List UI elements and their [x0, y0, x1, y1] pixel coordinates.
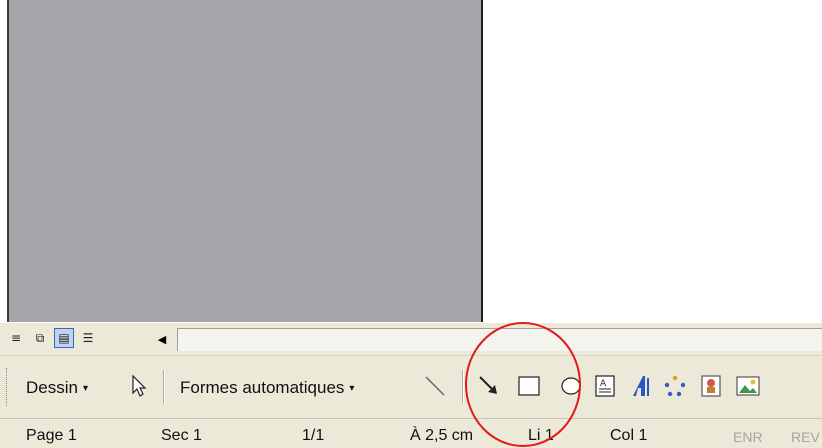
web-layout-view-button[interactable]: ⧉	[30, 328, 50, 348]
diagram-icon	[664, 375, 686, 397]
toolbar-grip[interactable]	[6, 368, 10, 406]
line-icon	[425, 376, 445, 396]
outline-view-button[interactable]: ☰	[78, 328, 98, 348]
normal-view-icon: ≡	[10, 331, 22, 345]
clip-art-icon	[701, 375, 721, 397]
draw-menu-button[interactable]: Dessin ▾	[26, 378, 88, 398]
page-edge	[481, 0, 483, 322]
normal-view-button[interactable]: ≡	[6, 328, 26, 348]
status-rec-indicator[interactable]: ENR	[733, 429, 763, 445]
autoshapes-label: Formes automatiques	[180, 378, 345, 397]
oval-icon	[561, 377, 581, 395]
print-layout-icon: ▤	[58, 331, 70, 345]
outline-view-icon: ☰	[82, 331, 94, 345]
diagram-tool-button[interactable]	[662, 373, 688, 399]
scroll-left-arrow-icon: ◀	[157, 333, 167, 346]
insert-picture-tool-button[interactable]	[735, 373, 761, 399]
web-layout-icon: ⧉	[35, 330, 45, 345]
status-line: Li 1	[528, 427, 554, 444]
status-bar: Page 1 Sec 1 1/1 À 2,5 cm Li 1 Col 1 ENR…	[0, 418, 822, 448]
wordart-tool-button[interactable]	[628, 373, 654, 399]
print-layout-view-button[interactable]: ▤	[54, 328, 74, 348]
toolbar-separator	[462, 370, 464, 404]
svg-text:A: A	[600, 379, 607, 389]
select-arrow-icon	[132, 374, 147, 397]
document-gray-area	[9, 0, 481, 322]
wordart-icon	[633, 376, 649, 396]
clip-art-tool-button[interactable]	[698, 373, 724, 399]
horizontal-scrollbar-track[interactable]	[177, 328, 822, 351]
arrow-icon	[479, 376, 497, 394]
dropdown-arrow-icon: ▾	[349, 383, 355, 394]
picture-icon	[736, 376, 760, 396]
oval-tool-button[interactable]	[558, 373, 584, 399]
drawing-toolbar: Dessin ▾ Formes automatiques ▾ A	[0, 355, 822, 418]
horizontal-scroll-area: ≡ ⧉ ▤ ☰ ◀	[0, 322, 822, 355]
status-position: À 2,5 cm	[410, 427, 474, 444]
status-column: Col 1	[610, 427, 648, 444]
arrow-tool-button[interactable]	[476, 373, 502, 399]
document-area	[0, 0, 822, 322]
dropdown-arrow-icon: ▾	[82, 383, 88, 394]
autoshapes-menu-button[interactable]: Formes automatiques ▾	[180, 378, 354, 398]
select-objects-button[interactable]	[126, 373, 152, 399]
rectangle-icon	[518, 376, 540, 396]
scroll-left-button[interactable]: ◀	[152, 330, 172, 348]
text-box-icon: A	[595, 375, 615, 397]
status-rev-indicator[interactable]: REV	[791, 429, 820, 445]
rectangle-tool-button[interactable]	[516, 373, 542, 399]
text-box-tool-button[interactable]: A	[592, 373, 618, 399]
line-tool-button[interactable]	[422, 373, 448, 399]
status-page: Page 1	[26, 427, 77, 444]
draw-menu-label: Dessin	[26, 378, 78, 397]
toolbar-separator	[163, 370, 165, 404]
status-page-count: 1/1	[302, 427, 325, 444]
status-section: Sec 1	[161, 427, 202, 444]
